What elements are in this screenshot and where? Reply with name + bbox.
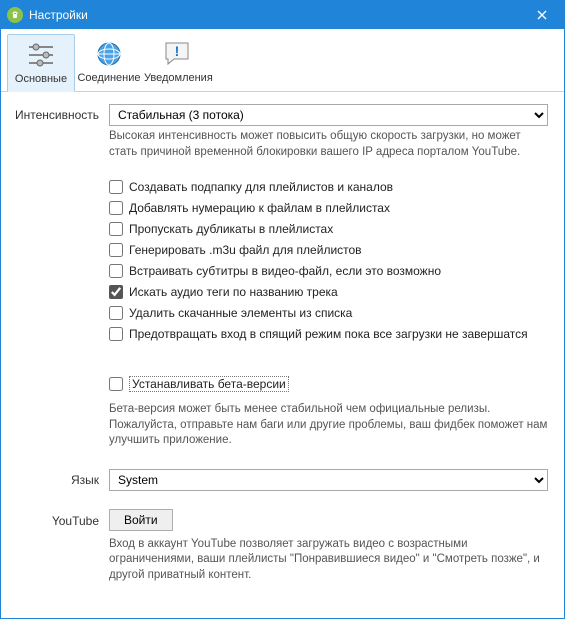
option-checkbox-input[interactable] — [109, 201, 123, 215]
option-checkbox[interactable]: Создавать подпапку для плейлистов и кана… — [109, 180, 548, 194]
option-checkbox-label: Искать аудио теги по названию трека — [129, 285, 338, 299]
option-checkbox-label: Создавать подпапку для плейлистов и кана… — [129, 180, 393, 194]
intensity-hint: Высокая интенсивность может повысить общ… — [109, 129, 548, 160]
sliders-icon — [25, 39, 57, 71]
option-checkbox-label: Удалить скачанные элементы из списка — [129, 306, 352, 320]
close-button[interactable] — [520, 1, 564, 29]
youtube-hint: Вход в аккаунт YouTube позволяет загружа… — [109, 537, 548, 584]
option-checkbox[interactable]: Встраивать субтитры в видео-файл, если э… — [109, 264, 548, 278]
option-checkbox-input[interactable] — [109, 306, 123, 320]
option-checkbox-input[interactable] — [109, 327, 123, 341]
option-checkbox-label: Пропускать дубликаты в плейлистах — [129, 222, 333, 236]
option-checkbox-label: Предотвращать вход в спящий режим пока в… — [129, 327, 528, 341]
option-checkbox-input[interactable] — [109, 264, 123, 278]
option-checkbox-input[interactable] — [109, 285, 123, 299]
settings-tabs: Основные Соединение ! Уведомления — [1, 29, 564, 92]
option-checkbox[interactable]: Добавлять нумерацию к файлам в плейлиста… — [109, 201, 548, 215]
tab-notifications-label: Уведомления — [144, 72, 210, 84]
beta-hint: Бета-версия может быть менее стабильной … — [109, 402, 548, 449]
tab-basic-label: Основные — [8, 73, 74, 85]
intensity-select[interactable]: Стабильная (3 потока) — [109, 104, 548, 126]
intensity-row: Интенсивность Стабильная (3 потока) Высо… — [1, 104, 548, 160]
app-icon — [7, 7, 23, 23]
option-checkbox[interactable]: Генерировать .m3u файл для плейлистов — [109, 243, 548, 257]
option-checkbox-input[interactable] — [109, 222, 123, 236]
beta-checkbox-input[interactable] — [109, 377, 123, 391]
language-label: Язык — [1, 469, 109, 491]
beta-checkbox[interactable]: Устанавливать бета-версии — [109, 376, 289, 392]
window-title: Настройки — [29, 8, 520, 22]
svg-text:!: ! — [175, 43, 180, 59]
option-checkbox-input[interactable] — [109, 243, 123, 257]
intensity-label: Интенсивность — [1, 104, 109, 160]
beta-checkbox-label: Устанавливать бета-версии — [129, 376, 289, 392]
tab-notifications[interactable]: ! Уведомления — [143, 33, 211, 91]
option-checkbox-label: Генерировать .m3u файл для плейлистов — [129, 243, 362, 257]
tab-connection-label: Соединение — [76, 72, 142, 84]
option-checkbox-label: Добавлять нумерацию к файлам в плейлиста… — [129, 201, 390, 215]
option-checkbox[interactable]: Искать аудио теги по названию трека — [109, 285, 548, 299]
tab-basic[interactable]: Основные — [7, 34, 75, 92]
tab-connection[interactable]: Соединение — [75, 33, 143, 91]
youtube-label: YouTube — [1, 509, 109, 584]
title-bar: Настройки — [1, 1, 564, 29]
options-list: Создавать подпапку для плейлистов и кана… — [109, 178, 548, 348]
settings-panel: Интенсивность Стабильная (3 потока) Высо… — [1, 92, 564, 583]
option-checkbox-input[interactable] — [109, 180, 123, 194]
globe-icon — [93, 38, 125, 70]
language-select[interactable]: System — [109, 469, 548, 491]
option-checkbox[interactable]: Пропускать дубликаты в плейлистах — [109, 222, 548, 236]
option-checkbox-label: Встраивать субтитры в видео-файл, если э… — [129, 264, 441, 278]
alert-icon: ! — [161, 38, 193, 70]
youtube-signin-button[interactable]: Войти — [109, 509, 173, 531]
option-checkbox[interactable]: Удалить скачанные элементы из списка — [109, 306, 548, 320]
option-checkbox[interactable]: Предотвращать вход в спящий режим пока в… — [109, 327, 548, 341]
